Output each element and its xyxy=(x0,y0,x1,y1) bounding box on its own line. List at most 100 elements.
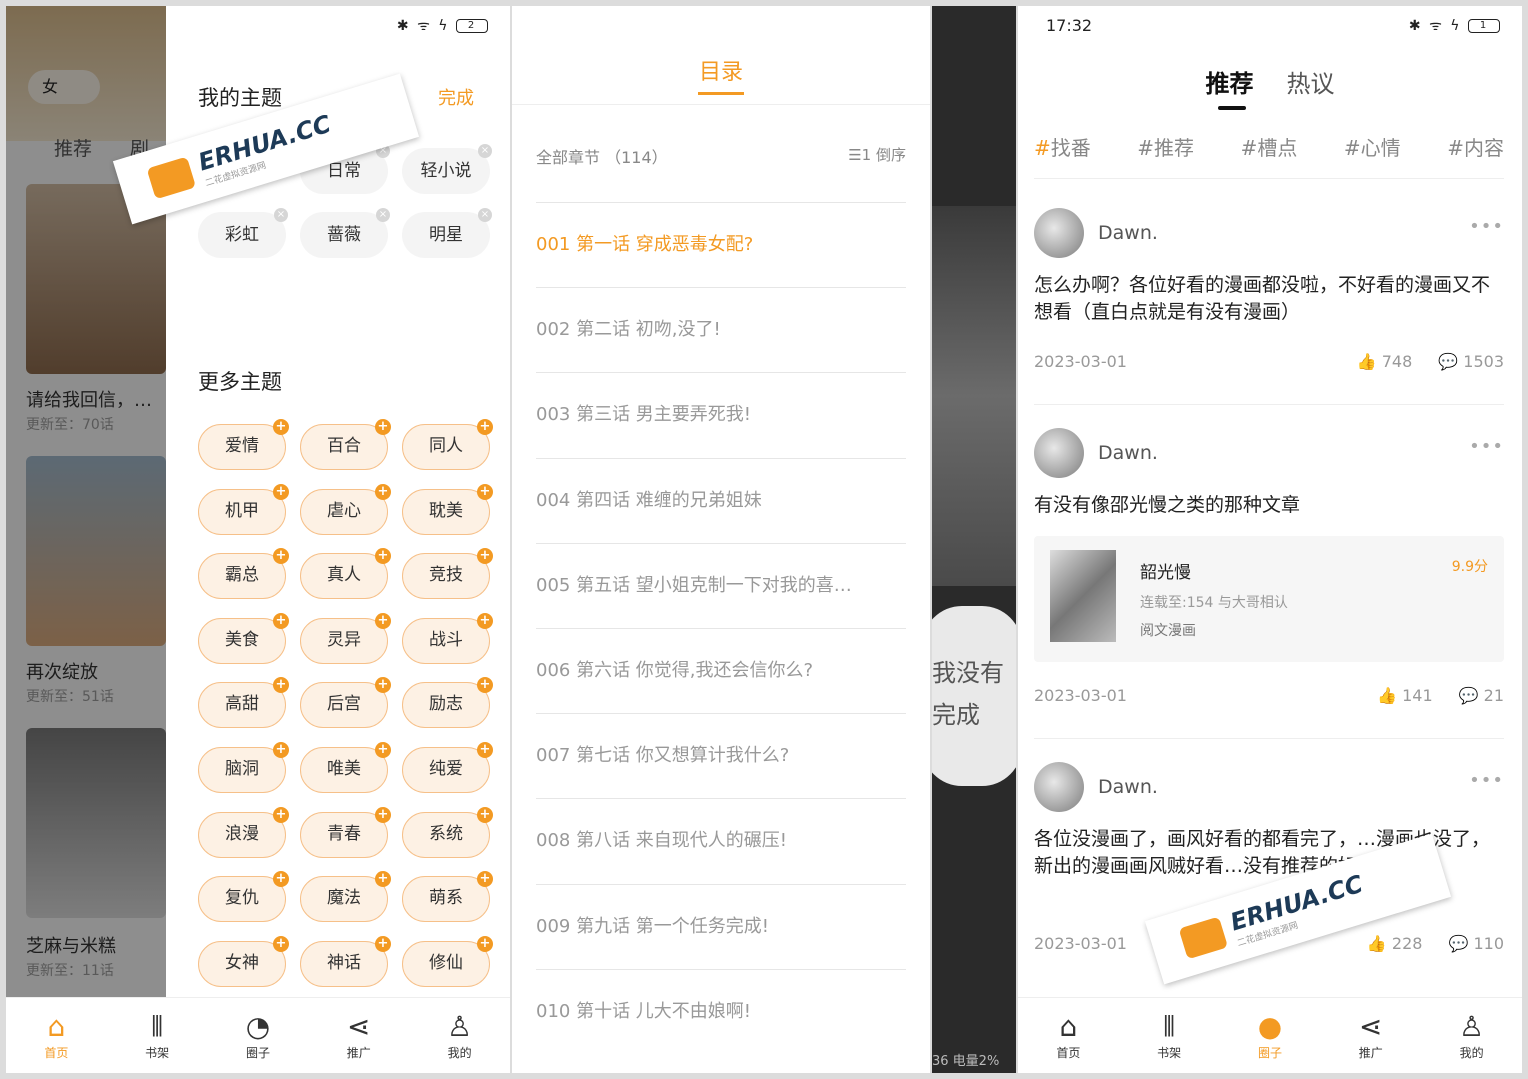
more-theme-chip[interactable]: 虐心 + xyxy=(300,483,391,535)
add-icon[interactable]: + xyxy=(375,935,391,952)
post-username[interactable]: Dawn. xyxy=(1098,222,1158,244)
chapter-item[interactable]: 002 第二话 初吻,没了! xyxy=(536,287,906,372)
chapter-item[interactable]: 009 第九话 第一个任务完成! xyxy=(536,883,906,969)
more-theme-chip[interactable]: 真人 + xyxy=(300,548,391,600)
tab-recommend[interactable]: 推荐 xyxy=(1205,70,1253,98)
add-icon[interactable]: + xyxy=(477,548,493,565)
tab-home[interactable]: ⌂ 首页 xyxy=(16,1010,96,1061)
more-theme-chip[interactable]: 修仙 + xyxy=(402,935,493,987)
more-theme-chip[interactable]: 唯美 + xyxy=(300,742,391,793)
add-icon[interactable]: + xyxy=(273,612,289,629)
remove-icon[interactable]: × xyxy=(274,208,288,222)
avatar[interactable] xyxy=(1034,762,1084,812)
more-theme-chip[interactable]: 青春 + xyxy=(300,806,391,858)
done-button[interactable]: 完成 xyxy=(438,84,474,110)
add-icon[interactable]: + xyxy=(477,935,493,952)
remove-icon[interactable]: × xyxy=(478,208,492,222)
add-icon[interactable]: + xyxy=(273,548,289,565)
add-icon[interactable]: + xyxy=(375,548,391,565)
more-theme-chip[interactable]: 百合 + xyxy=(300,419,391,470)
more-theme-chip[interactable]: 后宫 + xyxy=(300,677,391,729)
tab-circle[interactable]: ● 圈子 xyxy=(1230,1010,1310,1061)
tab-promote[interactable]: ⋖ 推广 xyxy=(319,1010,399,1061)
post-item[interactable]: Dawn. ••• 有没有像邵光慢之类的那种文章 韶光慢 连载至:154 与大哥… xyxy=(1034,428,1504,718)
remove-icon[interactable]: × xyxy=(478,144,492,158)
more-theme-chip[interactable]: 灵异 + xyxy=(300,612,391,664)
more-theme-chip[interactable]: 脑洞 + xyxy=(198,742,289,793)
more-theme-chip[interactable]: 复仇 + xyxy=(198,871,289,923)
more-theme-chip[interactable]: 同人 + xyxy=(402,419,493,470)
more-theme-chip[interactable]: 爱情 + xyxy=(198,419,289,470)
add-icon[interactable]: + xyxy=(273,935,289,952)
avatar[interactable] xyxy=(1034,208,1084,258)
more-theme-chip[interactable]: 神话 + xyxy=(300,935,391,987)
add-icon[interactable]: + xyxy=(375,742,391,758)
post-item[interactable]: Dawn. ••• 怎么办啊？各位好看的漫画都没啦，不好看的漫画又不想看（直白点… xyxy=(1034,208,1504,388)
hashtag-mood[interactable]: #心情 xyxy=(1344,132,1401,161)
hashtag-content[interactable]: #内容 xyxy=(1447,132,1504,161)
more-theme-chip[interactable]: 女神 + xyxy=(198,935,289,987)
add-icon[interactable]: + xyxy=(477,742,493,758)
add-icon[interactable]: + xyxy=(273,677,289,694)
add-icon[interactable]: + xyxy=(477,677,493,694)
more-theme-chip[interactable]: 霸总 + xyxy=(198,548,289,600)
more-theme-chip[interactable]: 系统 + xyxy=(402,806,493,858)
tab-mine[interactable]: ♙ 我的 xyxy=(420,1010,500,1061)
more-theme-chip[interactable]: 魔法 + xyxy=(300,871,391,923)
post-username[interactable]: Dawn. xyxy=(1098,442,1158,464)
add-icon[interactable]: + xyxy=(477,806,493,823)
chapter-item[interactable]: 004 第四话 难缠的兄弟姐妹 xyxy=(536,457,906,543)
avatar[interactable] xyxy=(1034,428,1084,478)
chapter-item[interactable]: 005 第五话 望小姐克制一下对我的喜… xyxy=(536,542,906,628)
sort-reverse-button[interactable]: ☰1 倒序 xyxy=(848,144,906,165)
chapter-item[interactable]: 006 第六话 你觉得,我还会信你么? xyxy=(536,628,906,713)
add-icon[interactable]: + xyxy=(477,871,493,888)
add-icon[interactable]: + xyxy=(477,483,493,500)
more-icon[interactable]: ••• xyxy=(1469,436,1504,457)
hashtag-recommend[interactable]: #推荐 xyxy=(1137,132,1194,161)
add-icon[interactable]: + xyxy=(273,419,289,435)
comment-button[interactable]: 💬 110 xyxy=(1448,934,1504,953)
my-theme-chip[interactable]: 蔷薇 × xyxy=(300,208,390,258)
chapter-item[interactable]: 007 第七话 你又想算计我什么? xyxy=(536,713,906,798)
add-icon[interactable]: + xyxy=(273,483,289,500)
tab-promote[interactable]: ⋖ 推广 xyxy=(1331,1010,1411,1061)
my-theme-chip[interactable]: 轻小说 × xyxy=(402,144,492,194)
more-theme-chip[interactable]: 浪漫 + xyxy=(198,806,289,858)
add-icon[interactable]: + xyxy=(477,612,493,629)
tab-circle[interactable]: ◔ 圈子 xyxy=(218,1010,298,1061)
my-theme-chip[interactable]: 明星 × xyxy=(402,208,492,258)
more-theme-chip[interactable]: 机甲 + xyxy=(198,483,289,535)
more-icon[interactable]: ••• xyxy=(1469,216,1504,237)
chapter-item[interactable]: 010 第十话 儿大不由娘啊! xyxy=(536,968,906,1054)
comment-button[interactable]: 💬 1503 xyxy=(1438,352,1504,371)
more-theme-chip[interactable]: 耽美 + xyxy=(402,483,493,535)
add-icon[interactable]: + xyxy=(375,612,391,629)
tab-mine[interactable]: ♙ 我的 xyxy=(1432,1010,1512,1061)
like-button[interactable]: 👍 748 xyxy=(1357,352,1413,371)
chapter-item[interactable]: 008 第八话 来自现代人的碾压! xyxy=(536,798,906,883)
tab-hot[interactable]: 热议 xyxy=(1287,70,1335,98)
hashtag-find[interactable]: #找番 xyxy=(1034,132,1091,161)
add-icon[interactable]: + xyxy=(375,806,391,823)
more-icon[interactable]: ••• xyxy=(1469,770,1504,791)
add-icon[interactable]: + xyxy=(375,677,391,694)
like-button[interactable]: 👍 228 xyxy=(1367,934,1423,953)
comic-card[interactable]: 韶光慢 连载至:154 与大哥相认 阅文漫画 9.9分 xyxy=(1034,536,1504,662)
my-theme-chip[interactable]: 彩虹 × xyxy=(198,208,288,258)
chapter-item[interactable]: 003 第三话 男主要弄死我! xyxy=(536,372,906,457)
chapter-item[interactable]: 001 第一话 穿成恶毒女配? xyxy=(536,202,906,287)
add-icon[interactable]: + xyxy=(375,871,391,888)
more-theme-chip[interactable]: 励志 + xyxy=(402,677,493,729)
more-theme-chip[interactable]: 美食 + xyxy=(198,612,289,664)
tab-bookshelf[interactable]: ⫴ 书架 xyxy=(117,1010,197,1061)
post-username[interactable]: Dawn. xyxy=(1098,776,1158,798)
tab-bookshelf[interactable]: ⫴ 书架 xyxy=(1129,1010,1209,1061)
add-icon[interactable]: + xyxy=(375,419,391,435)
add-icon[interactable]: + xyxy=(273,742,289,758)
more-theme-chip[interactable]: 萌系 + xyxy=(402,871,493,923)
add-icon[interactable]: + xyxy=(273,806,289,823)
more-theme-chip[interactable]: 高甜 + xyxy=(198,677,289,729)
more-theme-chip[interactable]: 战斗 + xyxy=(402,612,493,664)
more-theme-chip[interactable]: 竞技 + xyxy=(402,548,493,600)
